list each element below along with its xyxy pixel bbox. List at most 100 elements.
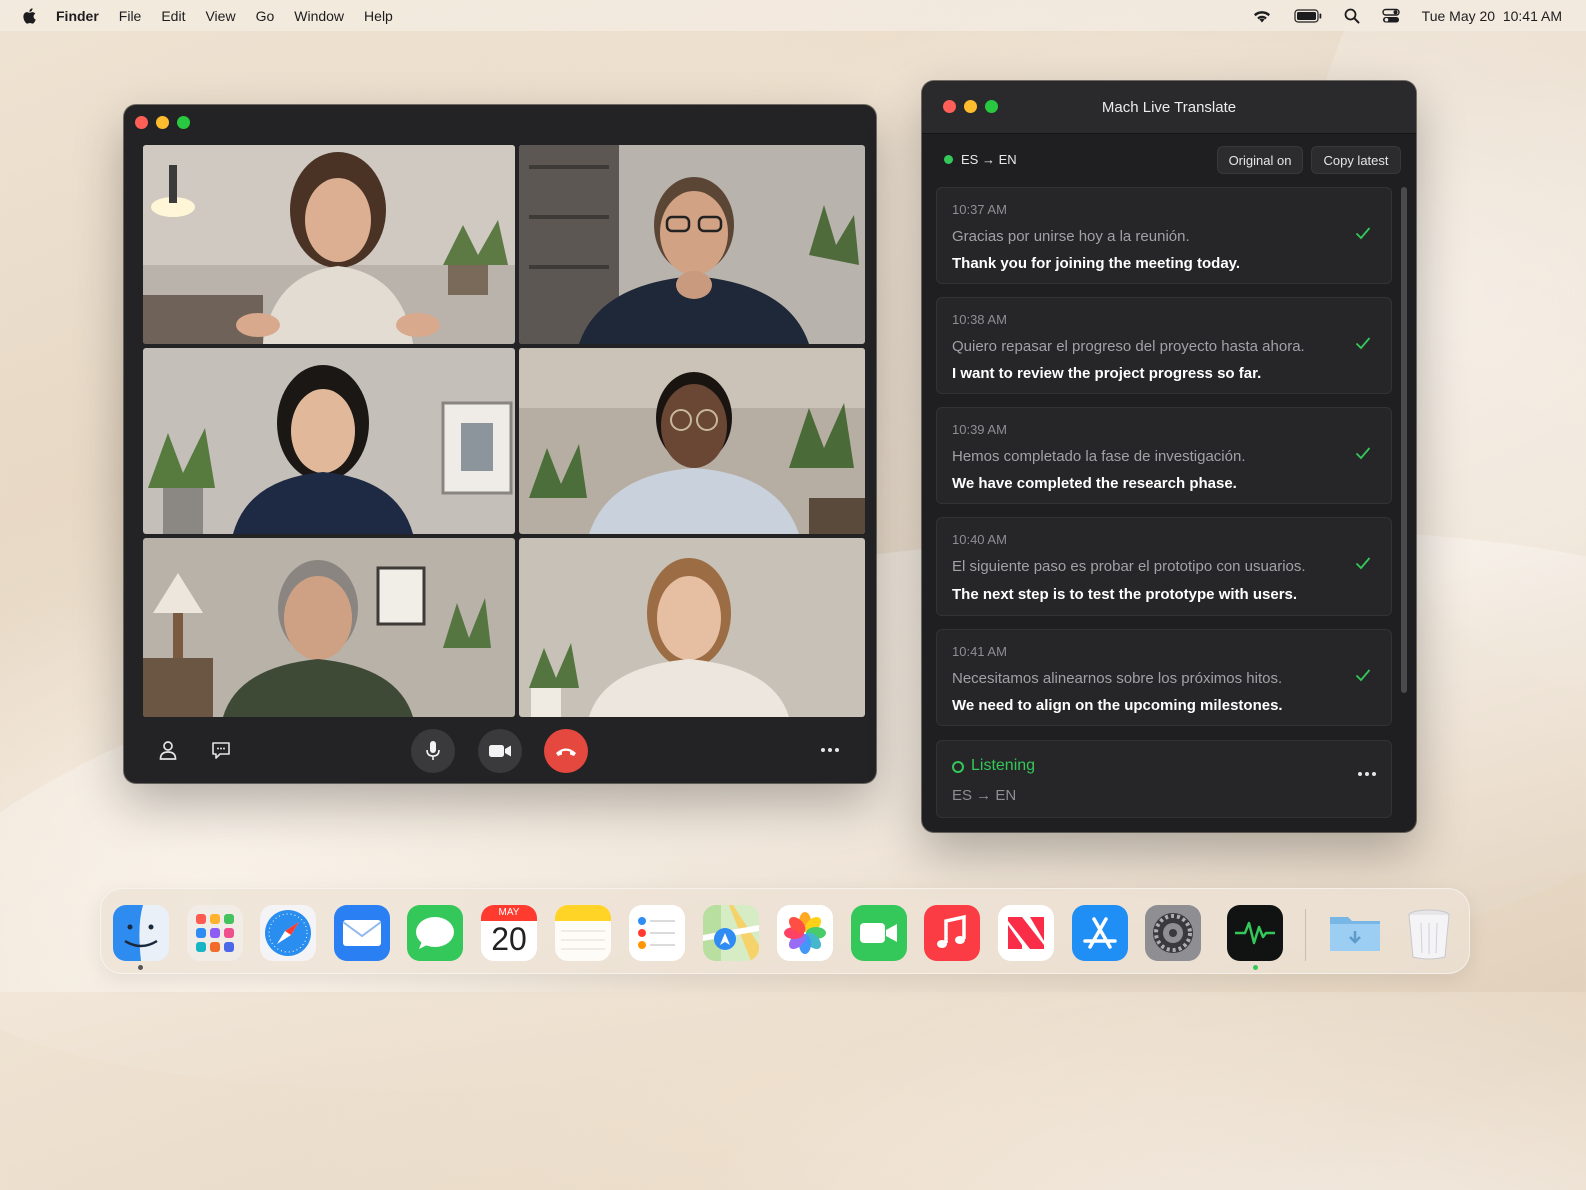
participant-video-3 [143, 348, 515, 534]
photos-icon [777, 905, 833, 961]
entry-original: Hemos completado la fase de investigació… [952, 448, 1246, 465]
dock-music[interactable] [924, 905, 980, 961]
running-indicator [138, 965, 143, 970]
transcript-entry[interactable]: 10:40 AM El siguiente paso es probar el … [936, 517, 1392, 616]
waveform-icon [1227, 905, 1283, 961]
camera-button[interactable] [478, 729, 522, 773]
listening-status-card: Listening ES → EN [936, 740, 1392, 818]
music-icon [924, 905, 980, 961]
dock-mail[interactable] [334, 905, 390, 961]
calendar-day: 20 [491, 921, 527, 957]
dock-app-store[interactable] [1072, 905, 1128, 961]
video-grid [143, 145, 865, 717]
entry-original: El siguiente paso es probar el prototipo… [952, 558, 1306, 575]
participant-video-1 [143, 145, 515, 344]
entry-translation: We need to align on the upcoming milesto… [952, 697, 1283, 714]
participant-video-5 [143, 538, 515, 717]
dock-facetime[interactable] [851, 905, 907, 961]
participants-button[interactable] [157, 739, 179, 761]
entry-time: 10:37 AM [952, 202, 1007, 217]
dock-photos[interactable] [777, 905, 833, 961]
finder-icon [113, 905, 169, 961]
dock-finder[interactable] [113, 905, 169, 961]
wifi-icon[interactable] [1252, 9, 1272, 23]
transcript-entry[interactable]: 10:38 AM Quiero repasar el progreso del … [936, 297, 1392, 394]
listening-ring-icon [952, 761, 964, 773]
control-center-icon[interactable] [1381, 8, 1400, 24]
reminders-icon [629, 905, 685, 961]
call-more-button[interactable] [818, 741, 842, 759]
entry-translation: We have completed the research phase. [952, 475, 1237, 492]
menu-window[interactable]: Window [294, 8, 344, 24]
menu-help[interactable]: Help [364, 8, 393, 24]
entry-translation: Thank you for joining the meeting today. [952, 255, 1241, 272]
hang-up-icon [556, 748, 576, 756]
dock-downloads-folder[interactable] [1327, 905, 1383, 961]
chat-bubble-icon [212, 742, 230, 759]
dock-notes[interactable] [555, 905, 611, 961]
dock-system-settings[interactable] [1145, 905, 1201, 961]
facetime-icon [851, 905, 907, 961]
spotlight-search-icon[interactable] [1344, 8, 1360, 24]
mail-icon [334, 905, 390, 961]
chat-button[interactable] [209, 739, 233, 761]
entry-time: 10:41 AM [952, 644, 1007, 659]
dock-trash[interactable] [1401, 905, 1457, 961]
entry-time: 10:39 AM [952, 422, 1007, 437]
entry-original: Gracias por unirse hoy a la reunión. [952, 228, 1190, 245]
menu-view[interactable]: View [205, 8, 235, 24]
language-pair[interactable]: ES → EN [944, 152, 1017, 167]
menu-file[interactable]: File [119, 8, 142, 24]
menu-app-name[interactable]: Finder [56, 8, 99, 24]
battery-icon[interactable] [1294, 8, 1322, 23]
minimize-button[interactable] [156, 116, 169, 129]
dock-calendar[interactable]: MAY 20 [481, 905, 537, 961]
launchpad-icon [187, 905, 243, 961]
microphone-button[interactable] [411, 729, 455, 773]
entry-translation: I want to review the project progress so… [952, 365, 1262, 382]
person-icon [159, 741, 177, 760]
participant-tile-4[interactable] [519, 348, 865, 534]
menu-go[interactable]: Go [256, 8, 275, 24]
ellipsis-icon[interactable] [1357, 771, 1377, 777]
calendar-month: MAY [498, 907, 520, 918]
window-title: Mach Live Translate [1101, 99, 1237, 116]
dock-news[interactable] [998, 905, 1054, 961]
apple-icon[interactable] [22, 7, 38, 25]
menubar-clock[interactable]: Tue May 20 10:41 AM [1422, 8, 1562, 24]
dock-separator [1305, 909, 1306, 961]
dock-reminders[interactable] [629, 905, 685, 961]
transcript-entry[interactable]: 10:41 AM Necesitamos alinearnos sobre lo… [936, 629, 1392, 726]
participant-tile-5[interactable] [143, 538, 515, 717]
zoom-button[interactable] [177, 116, 190, 129]
dock-safari[interactable] [260, 905, 316, 961]
transcript-entry[interactable]: 10:39 AM Hemos completado la fase de inv… [936, 407, 1392, 504]
checkmark-icon [1355, 557, 1371, 570]
end-call-button[interactable] [544, 729, 588, 773]
dock-messages[interactable] [407, 905, 463, 961]
notes-icon [555, 905, 611, 961]
participant-tile-1[interactable] [143, 145, 515, 344]
menu-edit[interactable]: Edit [161, 8, 185, 24]
maps-icon [703, 905, 759, 961]
dock-launchpad[interactable] [187, 905, 243, 961]
checkmark-icon [1355, 669, 1371, 682]
status-dot-icon [944, 155, 953, 164]
menu-bar: Finder File Edit View Go Window Help Tue… [0, 0, 1586, 31]
scrollbar[interactable] [1401, 187, 1407, 693]
original-toggle-button[interactable]: Original on [1217, 146, 1303, 174]
dock-maps[interactable] [703, 905, 759, 961]
participant-tile-6[interactable] [519, 538, 865, 717]
trash-icon [1408, 909, 1450, 960]
transcript-entry[interactable]: 10:37 AM Gracias por unirse hoy a la reu… [936, 187, 1392, 284]
listening-language-pair: ES → EN [952, 787, 1017, 804]
close-button[interactable] [135, 116, 148, 129]
copy-latest-button[interactable]: Copy latest [1311, 146, 1401, 174]
language-pair-label: ES → EN [961, 152, 1017, 167]
live-translate-window: Mach Live Translate ES → EN Original on … [922, 81, 1416, 832]
participant-tile-3[interactable] [143, 348, 515, 534]
dock-live-translate[interactable] [1227, 905, 1283, 961]
participant-tile-2[interactable] [519, 145, 865, 344]
menubar-time: 10:41 AM [1502, 7, 1562, 24]
entry-original: Quiero repasar el progreso del proyecto … [952, 338, 1305, 355]
